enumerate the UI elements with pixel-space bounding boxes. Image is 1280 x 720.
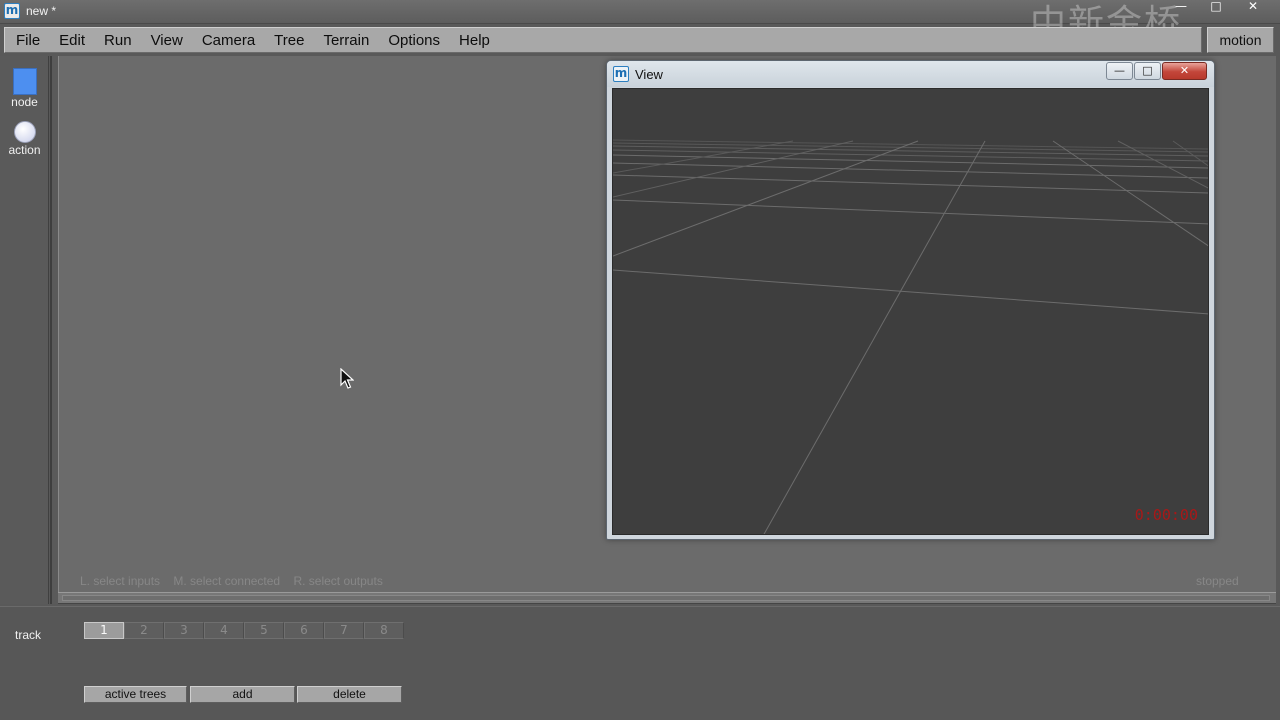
track-tab-1[interactable]: 1: [84, 622, 124, 639]
track-label: track: [15, 628, 42, 642]
menu-edit[interactable]: Edit: [59, 32, 85, 49]
ground-grid: [613, 139, 1208, 534]
view-close-icon[interactable]: ✕: [1162, 62, 1207, 80]
active-trees-button[interactable]: active trees: [84, 686, 187, 703]
track-tab-3[interactable]: 3: [164, 622, 204, 639]
node-tool-label: node: [11, 95, 38, 109]
run-status: stopped: [1196, 574, 1239, 588]
track-tab-8[interactable]: 8: [364, 622, 404, 639]
track-tab-6[interactable]: 6: [284, 622, 324, 639]
action-circle-icon: [13, 121, 36, 143]
menu-bar: File Edit Run View Camera Tree Terrain O…: [4, 27, 1202, 53]
view-app-logo-icon: m: [613, 66, 629, 82]
close-icon[interactable]: ✕: [1236, 0, 1270, 16]
track-tabs: 1 2 3 4 5 6 7 8: [84, 622, 404, 639]
timecode-display: 0:00:00: [1134, 506, 1198, 524]
delete-button[interactable]: delete: [297, 686, 402, 703]
view-window-titlebar[interactable]: m View — □ ✕: [607, 61, 1214, 87]
app-logo-icon: m: [4, 3, 20, 19]
track-tab-4[interactable]: 4: [204, 622, 244, 639]
selection-hint: L. select inputs M. select connected R. …: [80, 574, 383, 588]
node-square-icon: [12, 68, 37, 95]
maximize-icon[interactable]: □: [1199, 0, 1233, 16]
scrollbar-thumb[interactable]: [62, 595, 1270, 601]
minimize-icon[interactable]: —: [1164, 0, 1198, 16]
view-minimize-icon[interactable]: —: [1106, 62, 1133, 80]
track-tab-5[interactable]: 5: [244, 622, 284, 639]
menu-terrain[interactable]: Terrain: [323, 32, 369, 49]
view-maximize-icon[interactable]: □: [1134, 62, 1161, 80]
menu-view[interactable]: View: [151, 32, 183, 49]
add-button[interactable]: add: [190, 686, 295, 703]
3d-viewport[interactable]: 0:00:00: [612, 88, 1209, 535]
track-tab-7[interactable]: 7: [324, 622, 364, 639]
view-window[interactable]: m View — □ ✕ 0:00:00: [606, 60, 1215, 540]
mouse-cursor-icon: [340, 368, 354, 389]
menu-help[interactable]: Help: [459, 32, 490, 49]
action-tool[interactable]: action: [0, 121, 49, 157]
motion-mode-button[interactable]: motion: [1207, 27, 1274, 53]
window-title: new *: [26, 4, 57, 18]
title-bar: m new * 中新金桥 — □ ✕: [0, 0, 1280, 44]
menu-file[interactable]: File: [16, 32, 40, 49]
node-tool[interactable]: node: [0, 68, 49, 109]
view-window-title: View: [635, 67, 663, 82]
action-tool-label: action: [8, 143, 41, 157]
menu-options[interactable]: Options: [388, 32, 440, 49]
menu-tree[interactable]: Tree: [274, 32, 304, 49]
tool-palette: node action: [0, 56, 49, 604]
track-tab-2[interactable]: 2: [124, 622, 164, 639]
menu-camera[interactable]: Camera: [202, 32, 255, 49]
horizontal-scrollbar[interactable]: [58, 592, 1276, 604]
menu-run[interactable]: Run: [104, 32, 132, 49]
